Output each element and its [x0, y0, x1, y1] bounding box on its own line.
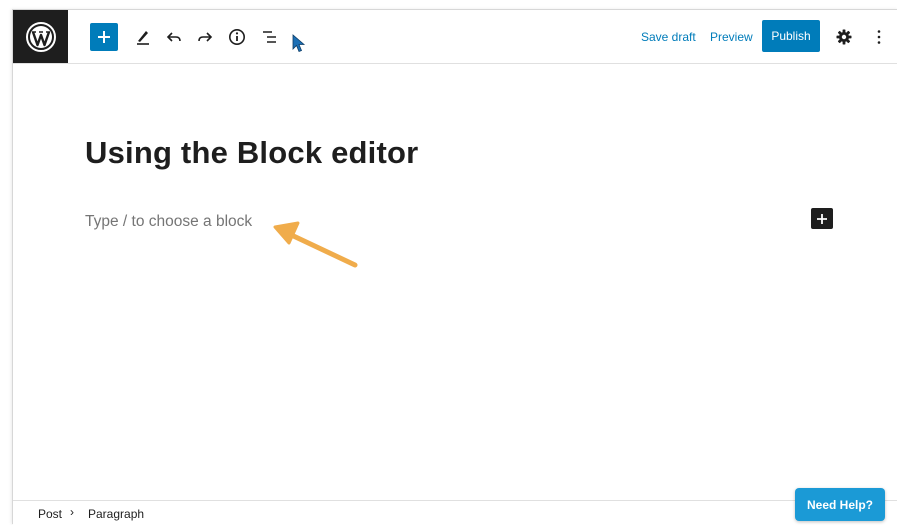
- editor-header: Save draft Preview Publish: [13, 10, 897, 64]
- need-help-button[interactable]: Need Help?: [795, 488, 885, 521]
- block-breadcrumb: Post › Paragraph: [13, 500, 897, 525]
- post-title[interactable]: Using the Block editor: [85, 135, 418, 171]
- undo-icon: [166, 32, 181, 42]
- undo-button[interactable]: [161, 24, 187, 50]
- preview-button[interactable]: Preview: [710, 30, 753, 44]
- gear-icon: [836, 29, 852, 45]
- add-block-button[interactable]: [811, 208, 833, 229]
- screenshot-frame: Save draft Preview Publish Using the Blo…: [0, 0, 897, 525]
- mouse-cursor-icon: [292, 34, 306, 53]
- paragraph-block-placeholder[interactable]: Type / to choose a block: [85, 213, 252, 231]
- editor-window: Save draft Preview Publish Using the Blo…: [12, 9, 897, 525]
- plus-icon: [817, 213, 827, 224]
- pencil-icon: [137, 31, 149, 45]
- breadcrumb-post[interactable]: Post: [38, 507, 62, 521]
- redo-icon: [198, 32, 213, 42]
- publish-button[interactable]: Publish: [762, 20, 820, 52]
- save-draft-button[interactable]: Save draft: [641, 30, 696, 44]
- options-button[interactable]: [866, 24, 892, 50]
- details-button[interactable]: [224, 24, 250, 50]
- breadcrumb-paragraph[interactable]: Paragraph: [88, 507, 144, 521]
- list-view-button[interactable]: [257, 24, 283, 50]
- plus-icon: [98, 31, 110, 43]
- redo-button[interactable]: [192, 24, 218, 50]
- breadcrumb-separator-icon: ›: [70, 505, 74, 519]
- block-inserter-toggle[interactable]: [90, 23, 118, 51]
- annotation-arrow-icon: [273, 221, 358, 268]
- more-vertical-icon: [877, 30, 881, 44]
- wordpress-logo-icon[interactable]: [13, 10, 68, 63]
- list-view-icon: [263, 31, 276, 43]
- info-icon: [229, 29, 245, 45]
- tools-button[interactable]: [130, 24, 156, 50]
- settings-button[interactable]: [831, 24, 857, 50]
